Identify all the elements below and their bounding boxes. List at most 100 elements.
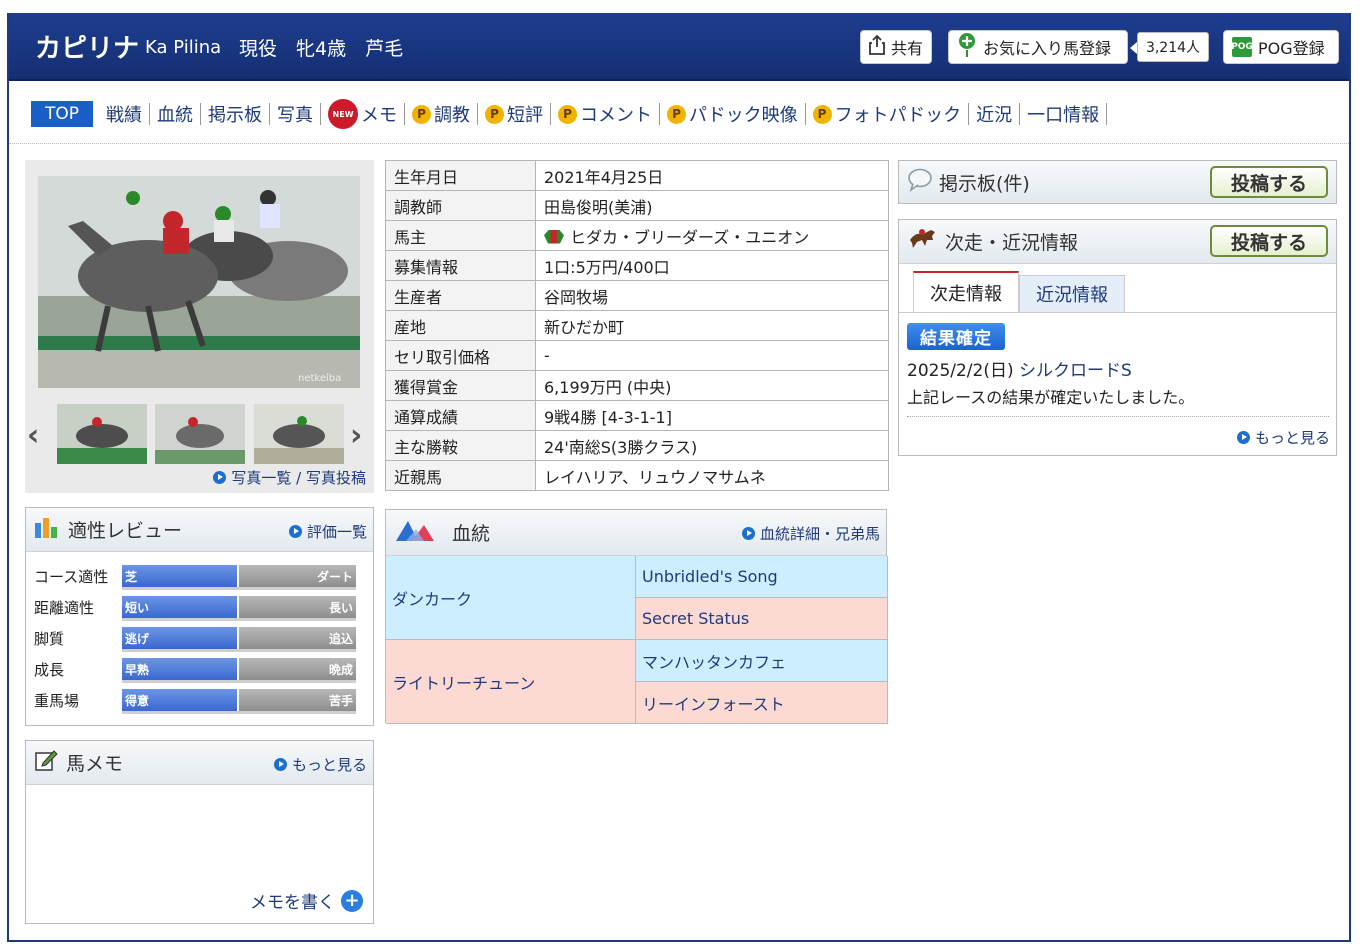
favorite-button[interactable]: お気に入り馬登録 xyxy=(948,30,1128,64)
aptitude-row: 脚質 逃げ 追込 xyxy=(34,627,356,652)
message-board-panel: 掲示板(件) 投稿する xyxy=(898,160,1337,204)
nav-board[interactable]: 掲示板 xyxy=(201,103,271,126)
write-memo-button[interactable]: メモを書く + xyxy=(250,888,363,913)
horse-nav: TOP 戦績 血統 掲示板 写真 NEW メモ P 調教 P 短評 P コメント… xyxy=(31,99,1108,129)
nav-photos[interactable]: 写真 xyxy=(270,103,322,126)
horse-header: カピリナ Ka Pilina 現役 牝4歳 芦毛 共有 お気に入り馬登録 3,2… xyxy=(9,13,1349,81)
aptitude-bar: 短い 長い xyxy=(122,596,356,621)
profile-key: セリ取引価格 xyxy=(385,340,536,371)
pedigree-header: 血統 血統詳細・兄弟馬 xyxy=(386,510,886,556)
pedigree-grid: ダンカーク ライトリーチューン Unbridled's Song Secret … xyxy=(386,556,888,724)
news-tabs: 次走情報 近況情報 xyxy=(913,271,1125,313)
news-header: 次走・近況情報 投稿する xyxy=(899,220,1336,264)
new-badge-icon: NEW xyxy=(328,99,359,129)
pedigree-dam-sire[interactable]: マンハッタンカフェ xyxy=(636,640,888,682)
aptitude-header: 適性レビュー 評価一覧 xyxy=(26,508,373,552)
nav-training-label: 調教 xyxy=(434,105,471,126)
photo-list-label: 写真一覧 / 写真投稿 xyxy=(231,469,366,487)
arrow-bullet-icon xyxy=(288,525,302,538)
relatives-link[interactable]: レイハリア、リュウノマサムネ xyxy=(544,468,766,487)
aptitude-label: 脚質 xyxy=(34,629,65,648)
profile-key: 主な勝鞍 xyxy=(385,430,536,461)
pin-plus-icon xyxy=(957,32,977,62)
chevron-left-icon[interactable]: ‹ xyxy=(27,418,39,453)
pedigree-dam[interactable]: ライトリーチューン xyxy=(386,640,636,724)
nav-results[interactable]: 戦績 xyxy=(99,103,151,126)
news-more-link[interactable]: もっと見る xyxy=(1236,427,1330,448)
share-icon xyxy=(869,34,885,59)
memo-more-link[interactable]: もっと見る xyxy=(273,754,367,775)
nav-comment[interactable]: P コメント xyxy=(551,103,661,126)
photo-panel: netkeiba ‹ › 写真一覧 / 写真投稿 xyxy=(25,160,374,493)
profile-key: 生産者 xyxy=(385,280,536,311)
memo-title: 馬メモ xyxy=(66,753,124,775)
nav-memo[interactable]: NEW メモ xyxy=(321,99,406,129)
aptitude-right: 長い xyxy=(239,596,356,618)
nav-short-review[interactable]: P 短評 xyxy=(478,103,552,126)
pedigree-sire[interactable]: ダンカーク xyxy=(386,556,636,640)
owner-link[interactable]: ヒダカ・ブリーダーズ・ユニオン xyxy=(570,228,809,247)
pog-button[interactable]: POG POG登録 xyxy=(1223,30,1339,64)
aptitude-bar: 逃げ 追込 xyxy=(122,627,356,652)
rating-list-link[interactable]: 評価一覧 xyxy=(288,521,367,542)
pedigree-dam-dam[interactable]: リーインフォースト xyxy=(636,682,888,724)
news-post-button[interactable]: 投稿する xyxy=(1210,225,1328,257)
news-title: 次走・近況情報 xyxy=(945,232,1079,254)
tab-recent-news[interactable]: 近況情報 xyxy=(1019,275,1125,313)
share-button[interactable]: 共有 xyxy=(860,30,932,64)
aptitude-left: 得意 xyxy=(122,689,239,711)
thumbnail[interactable] xyxy=(155,404,245,464)
profile-key: 馬主 xyxy=(385,220,536,251)
chevron-right-icon[interactable]: › xyxy=(350,418,362,453)
nav-photo-paddock-label: フォトパドック xyxy=(834,105,962,126)
running-horse-icon xyxy=(907,226,939,257)
profile-value: 6,199万円 (中央) xyxy=(535,370,889,401)
breeder-link[interactable]: 谷岡牧場 xyxy=(544,288,608,307)
profile-row: 生産者 谷岡牧場 xyxy=(385,280,889,311)
memo-header: 馬メモ もっと見る xyxy=(26,741,373,785)
nav-recent[interactable]: 近況 xyxy=(969,103,1021,126)
main-win-link[interactable]: 24'南総S(3勝クラス) xyxy=(544,438,697,457)
tab-next-race[interactable]: 次走情報 xyxy=(913,271,1019,313)
race-name-link[interactable]: シルクロードS xyxy=(1019,361,1132,381)
profile-key: 産地 xyxy=(385,310,536,341)
pog-icon: POG xyxy=(1231,37,1253,57)
news-divider xyxy=(907,416,1329,417)
thumbnail[interactable] xyxy=(57,404,147,464)
record-link[interactable]: 9戦4勝 [4-3-1-1] xyxy=(544,408,672,427)
nav-top[interactable]: TOP xyxy=(31,101,94,127)
pedigree-detail-link[interactable]: 血統詳細・兄弟馬 xyxy=(741,523,880,544)
profile-key: 獲得賞金 xyxy=(385,370,536,401)
nav-photo-paddock[interactable]: P フォトパドック xyxy=(806,103,970,126)
pog-label: POG登録 xyxy=(1258,39,1325,58)
aptitude-left: 早熟 xyxy=(122,658,239,680)
profile-value: 9戦4勝 [4-3-1-1] xyxy=(535,400,889,431)
horse-profile-table: 生年月日 2021年4月25日 調教師 田島俊明(美浦) 馬主 ヒダカ・ブリーダーズ・… xyxy=(385,160,889,491)
nav-paddock-video[interactable]: P パドック映像 xyxy=(660,103,806,126)
thumbnail[interactable] xyxy=(254,404,344,464)
profile-value: 新ひだか町 xyxy=(535,310,889,341)
board-post-button[interactable]: 投稿する xyxy=(1210,166,1328,198)
bar-chart-icon xyxy=(34,515,60,544)
aptitude-label: 距離適性 xyxy=(34,598,95,617)
profile-value: 24'南総S(3勝クラス) xyxy=(535,430,889,461)
aptitude-row: コース適性 芝ダート xyxy=(34,565,356,590)
aptitude-row: 成長 早熟 晩成 xyxy=(34,658,356,683)
trainer-link[interactable]: 田島俊明(美浦) xyxy=(544,198,653,217)
premium-icon: P xyxy=(558,104,578,124)
profile-row: セリ取引価格 - xyxy=(385,340,889,371)
premium-icon: P xyxy=(667,104,687,124)
pedigree-sire-sire[interactable]: Unbridled's Song xyxy=(636,556,888,598)
main-photo[interactable]: netkeiba xyxy=(38,176,360,388)
profile-key: 生年月日 xyxy=(385,160,536,191)
pedigree-sire-dam[interactable]: Secret Status xyxy=(636,598,888,640)
photo-list-link[interactable]: 写真一覧 / 写真投稿 xyxy=(213,467,366,488)
nav-training[interactable]: P 調教 xyxy=(405,103,479,126)
aptitude-bar: 早熟 晩成 xyxy=(122,658,356,683)
aptitude-title: 適性レビュー xyxy=(68,520,183,542)
speech-bubble-icon xyxy=(907,168,933,197)
nav-pog-info[interactable]: 一口情報 xyxy=(1020,103,1108,126)
nav-pedigree[interactable]: 血統 xyxy=(150,103,202,126)
profile-value: ヒダカ・ブリーダーズ・ユニオン xyxy=(535,220,889,251)
aptitude-right: 追込 xyxy=(239,627,356,649)
